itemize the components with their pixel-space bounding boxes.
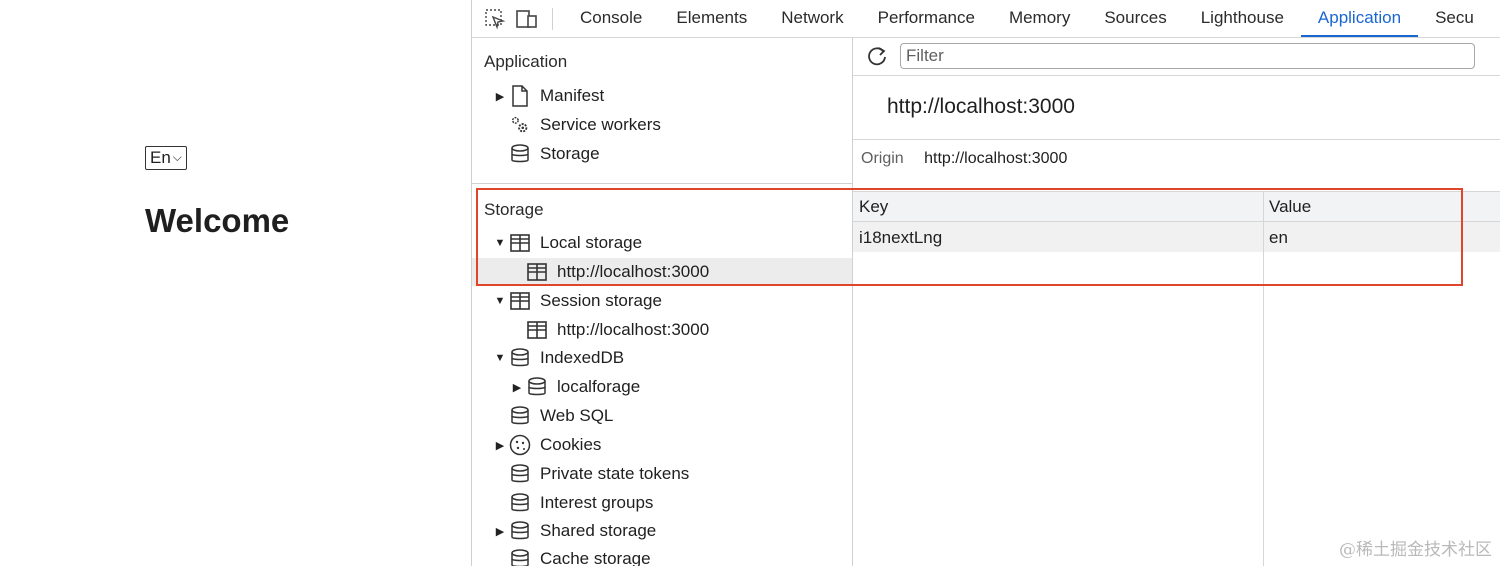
tab-elements[interactable]: Elements [659,0,764,37]
origin-heading: http://localhost:3000 [887,95,1075,118]
sidebar-item-label: Manifest [540,86,605,105]
sidebar-item-label: Service workers [540,115,661,134]
sidebar-item-label: Private state tokens [540,464,690,483]
sidebar-item-label: Interest groups [540,493,654,512]
database-icon [526,376,548,398]
column-header-value[interactable]: Value [1269,197,1311,217]
sidebar-section-application: Application [484,52,568,71]
gears-icon [509,114,531,136]
expand-arrow-icon[interactable]: ▶ [494,90,506,103]
sidebar-item-service-workers[interactable]: Service workers [472,111,852,139]
origin-value: http://localhost:3000 [924,150,1068,167]
tab-memory[interactable]: Memory [992,0,1087,37]
table-icon [509,290,531,312]
sidebar-item-indexeddb[interactable]: ▼ IndexedDB [472,344,852,372]
watermark: @稀土掘金技术社区 [1339,540,1492,560]
language-select-value: En [150,148,171,167]
sidebar-item-label: IndexedDB [540,348,625,367]
origin-divider [853,139,1500,140]
sidebar-item-localforage[interactable]: ▶ localforage [472,373,852,401]
table-icon [509,232,531,254]
collapse-arrow-icon[interactable]: ▼ [494,295,506,307]
table-header: Key Value [853,192,1500,222]
storage-main-panel: Filter http://localhost:3000 Origin http… [853,38,1500,566]
sidebar-section-storage: Storage [484,200,544,219]
expand-arrow-icon[interactable]: ▶ [494,525,506,538]
sidebar-item-shared-storage[interactable]: ▶ Shared storage [472,517,852,545]
chevron-down-icon: ⌵ [172,150,182,164]
sidebar-item-web-sql[interactable]: Web SQL [472,402,852,430]
sidebar-item-local-storage-origin[interactable]: http://localhost:3000 [472,258,852,286]
database-icon [509,405,531,427]
database-icon [509,463,531,485]
sidebar-item-interest-groups[interactable]: Interest groups [472,489,852,517]
table-icon [526,261,548,283]
tab-sources[interactable]: Sources [1087,0,1183,37]
refresh-icon[interactable] [865,44,889,68]
sidebar-item-cookies[interactable]: ▶ Cookies [472,431,852,459]
table-cell-value[interactable]: en [1269,228,1288,248]
welcome-heading: Welcome [145,202,290,239]
application-sidebar: Application ▶ Manifest Service workers S… [472,38,853,566]
sidebar-item-label: Cache storage [540,549,651,566]
inspect-element-icon[interactable] [482,6,508,32]
origin-row: Origin http://localhost:3000 [861,150,1067,168]
tab-network[interactable]: Network [764,0,860,37]
sidebar-divider [472,183,852,184]
database-icon [509,492,531,514]
device-toolbar-icon[interactable] [514,6,540,32]
database-icon [509,347,531,369]
filter-toolbar: Filter [853,38,1500,76]
sidebar-item-label: Web SQL [540,406,614,425]
sidebar-item-local-storage[interactable]: ▼ Local storage [472,229,852,257]
sidebar-item-label: http://localhost:3000 [557,262,710,281]
cookie-icon [509,434,531,456]
column-divider[interactable] [1263,192,1264,566]
collapse-arrow-icon[interactable]: ▼ [494,237,506,249]
tab-performance[interactable]: Performance [861,0,992,37]
app-page: En ⌵ Welcome [0,0,471,566]
sidebar-item-session-storage[interactable]: ▼ Session storage [472,287,852,315]
table-row[interactable] [853,222,1500,252]
table-icon [526,319,548,341]
sidebar-item-label: Local storage [540,233,643,252]
sidebar-item-label: http://localhost:3000 [557,320,710,339]
sidebar-item-cache-storage[interactable]: Cache storage [472,545,852,566]
toolbar-divider [552,7,553,30]
database-icon [509,548,531,566]
sidebar-item-label: Cookies [540,435,602,454]
devtools-panel: Console Elements Network Performance Mem… [471,0,1500,566]
sidebar-item-private-state-tokens[interactable]: Private state tokens [472,460,852,488]
sidebar-item-label: Storage [540,144,600,163]
language-select[interactable]: En ⌵ [145,146,187,170]
tab-application[interactable]: Application [1300,0,1419,37]
document-icon [509,85,531,107]
sidebar-item-session-storage-origin[interactable]: http://localhost:3000 [472,316,852,344]
tab-lighthouse[interactable]: Lighthouse [1184,0,1301,37]
database-icon [509,143,531,165]
devtools-toolbar: Console Elements Network Performance Mem… [472,0,1500,38]
tab-security[interactable]: Secu [1418,0,1491,37]
expand-arrow-icon[interactable]: ▶ [511,381,523,394]
sidebar-item-storage[interactable]: Storage [472,140,852,168]
expand-arrow-icon[interactable]: ▶ [494,439,506,452]
filter-input[interactable]: Filter [900,43,1475,69]
column-header-key[interactable]: Key [859,197,888,217]
collapse-arrow-icon[interactable]: ▼ [494,352,506,364]
sidebar-item-manifest[interactable]: ▶ Manifest [472,82,852,110]
tab-console[interactable]: Console [563,0,659,37]
origin-label: Origin [861,150,904,167]
sidebar-item-label: Shared storage [540,521,657,540]
database-icon [509,520,531,542]
table-cell-key[interactable]: i18nextLng [859,228,942,248]
sidebar-item-label: localforage [557,377,641,396]
sidebar-item-label: Session storage [540,291,662,310]
